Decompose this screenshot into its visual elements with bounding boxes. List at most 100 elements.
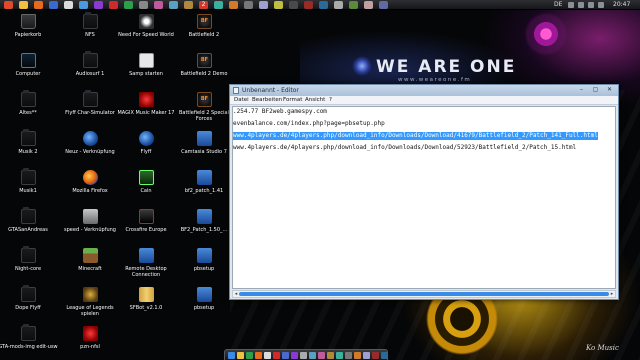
app-icon[interactable] — [327, 352, 334, 359]
text-line[interactable]: .254.77 BF2web.gamespy.com — [233, 108, 327, 116]
app-icon[interactable] — [289, 1, 298, 9]
app-icon[interactable] — [214, 1, 223, 9]
chrome-icon[interactable] — [4, 1, 13, 9]
text-editor-area[interactable]: .254.77 BF2web.gamespy.com evenbalance.c… — [232, 106, 616, 289]
desktop-shortcut[interactable]: NFS — [59, 12, 121, 52]
notepad-icon[interactable] — [264, 352, 271, 359]
game-icon[interactable] — [109, 1, 118, 9]
clock[interactable]: 20:47 — [613, 1, 630, 8]
menu-datei[interactable]: Datei — [234, 97, 249, 103]
app-icon[interactable] — [334, 1, 343, 9]
text-line[interactable]: www.4players.de/4players.php/download_in… — [233, 144, 576, 152]
app-icon[interactable] — [300, 352, 307, 359]
language-indicator[interactable]: DE — [554, 1, 562, 8]
app-icon[interactable] — [309, 352, 316, 359]
firefox-icon[interactable] — [34, 1, 43, 9]
maximize-button[interactable]: ▢ — [590, 86, 601, 94]
notepad-icon[interactable] — [64, 1, 73, 9]
desktop-shortcut[interactable]: bf2_patch_1.41 — [173, 170, 235, 208]
desktop-shortcut[interactable]: League of Legends spielen — [59, 287, 121, 325]
app-icon[interactable] — [336, 352, 343, 359]
app-icon[interactable] — [244, 1, 253, 9]
desktop-shortcut[interactable]: GTASanAndreas — [0, 207, 59, 247]
desktop-shortcut[interactable]: BF2_Patch_1.50_... — [173, 209, 235, 247]
windows-icon[interactable] — [228, 352, 235, 359]
network-icon[interactable] — [568, 2, 574, 8]
desktop-shortcut[interactable]: Mozilla Firefox — [59, 170, 121, 208]
desktop-shortcut[interactable]: Night-core — [0, 246, 59, 286]
horizontal-scrollbar[interactable]: ◂ ▸ — [232, 290, 616, 298]
app-icon[interactable] — [364, 1, 373, 9]
text-line[interactable]: evenbalance.com/index.php?page=pbsetup.p… — [233, 120, 385, 128]
desktop-shortcut[interactable]: Papierkorb — [0, 14, 59, 52]
app-icon[interactable] — [169, 1, 178, 9]
desktop-shortcut[interactable]: Remote Desktop Connection — [115, 248, 177, 286]
desktop-shortcut[interactable]: Cain — [115, 170, 177, 208]
app-icon[interactable] — [354, 352, 361, 359]
desktop-shortcut[interactable]: Battlefield 2 — [173, 14, 235, 52]
desktop-shortcut[interactable]: Minecraft — [59, 248, 121, 286]
app-icon[interactable] — [229, 1, 238, 9]
steam-icon[interactable] — [49, 1, 58, 9]
steam-icon[interactable] — [282, 352, 289, 359]
desktop-shortcut[interactable]: MAGIX Music Maker 17 — [115, 92, 177, 130]
app-icon[interactable] — [304, 1, 313, 9]
desktop-shortcut[interactable]: Battlefield 2 Demo — [173, 53, 235, 91]
game-icon[interactable] — [291, 352, 298, 359]
app-icon[interactable] — [379, 1, 388, 9]
explorer-icon[interactable] — [79, 1, 88, 9]
app-icon[interactable] — [345, 352, 352, 359]
badge-icon[interactable]: 2 — [199, 1, 208, 9]
desktop-shortcut[interactable]: Audiosurf 1 — [59, 51, 121, 91]
app-icon[interactable] — [124, 1, 133, 9]
desktop-shortcut[interactable]: Altes** — [0, 90, 59, 130]
window-title-bar[interactable]: Unbenannt - Editor – ▢ ✕ — [230, 85, 618, 96]
firefox-icon[interactable] — [255, 352, 262, 359]
media-icon[interactable] — [273, 352, 280, 359]
app-icon[interactable] — [372, 352, 379, 359]
chrome-icon[interactable] — [246, 352, 253, 359]
media-icon[interactable] — [94, 1, 103, 9]
desktop-shortcut[interactable]: Musik 2 — [0, 129, 59, 169]
desktop-shortcut[interactable]: Crossfire Europe — [115, 209, 177, 247]
desktop-shortcut[interactable]: GTA-mods-img edit-usw — [0, 324, 59, 360]
app-icon[interactable] — [274, 1, 283, 9]
notification-icon[interactable] — [598, 2, 604, 8]
desktop-shortcut[interactable]: Flyff — [115, 131, 177, 169]
desktop-shortcut[interactable]: speed - Verknüpfung — [59, 209, 121, 247]
desktop-shortcut[interactable]: Computer — [0, 53, 59, 91]
scrollbar-thumb[interactable] — [239, 292, 609, 296]
explorer-icon[interactable] — [237, 352, 244, 359]
app-icon[interactable] — [381, 352, 388, 359]
desktop-shortcut[interactable]: Neuz - Verknüpfung — [59, 131, 121, 169]
folder-icon[interactable] — [19, 1, 28, 9]
desktop-shortcut[interactable]: pbsetup — [173, 287, 235, 325]
scroll-right-icon[interactable]: ▸ — [609, 291, 615, 297]
desktop-shortcut[interactable]: Musik1 — [0, 168, 59, 208]
app-icon[interactable] — [139, 1, 148, 9]
desktop-shortcut[interactable]: Battlefield 2 Special Forces — [173, 92, 235, 130]
desktop-shortcut[interactable]: Flyff Char-Simulator — [59, 90, 121, 130]
volume-icon[interactable] — [578, 2, 584, 8]
app-icon[interactable] — [259, 1, 268, 9]
menu-bearbeiten[interactable]: Bearbeiten — [252, 97, 282, 103]
text-line-selected[interactable]: www.4players.de/4players.php/download_in… — [233, 132, 598, 140]
menu-ansicht[interactable]: Ansicht — [305, 97, 325, 103]
desktop-shortcut[interactable]: Need For Speed World — [115, 14, 177, 52]
close-button[interactable]: ✕ — [604, 86, 615, 94]
app-icon[interactable] — [349, 1, 358, 9]
menu-format[interactable]: Format — [283, 97, 302, 103]
app-icon[interactable] — [154, 1, 163, 9]
app-icon[interactable] — [363, 352, 370, 359]
desktop-shortcut[interactable]: Camtasia Studio 7 — [173, 131, 235, 169]
desktop-shortcut[interactable]: Samp starten — [115, 53, 177, 91]
app-icon[interactable] — [318, 352, 325, 359]
battery-icon[interactable] — [588, 2, 594, 8]
menu-help[interactable]: ? — [329, 97, 332, 103]
minimize-button[interactable]: – — [576, 86, 587, 94]
app-icon[interactable] — [184, 1, 193, 9]
desktop-shortcut[interactable]: pzn-nfsl — [59, 326, 121, 360]
desktop-shortcut[interactable]: SFBot_v2.1.0 — [115, 287, 177, 325]
desktop-shortcut[interactable]: pbsetup — [173, 248, 235, 286]
app-icon[interactable] — [319, 1, 328, 9]
